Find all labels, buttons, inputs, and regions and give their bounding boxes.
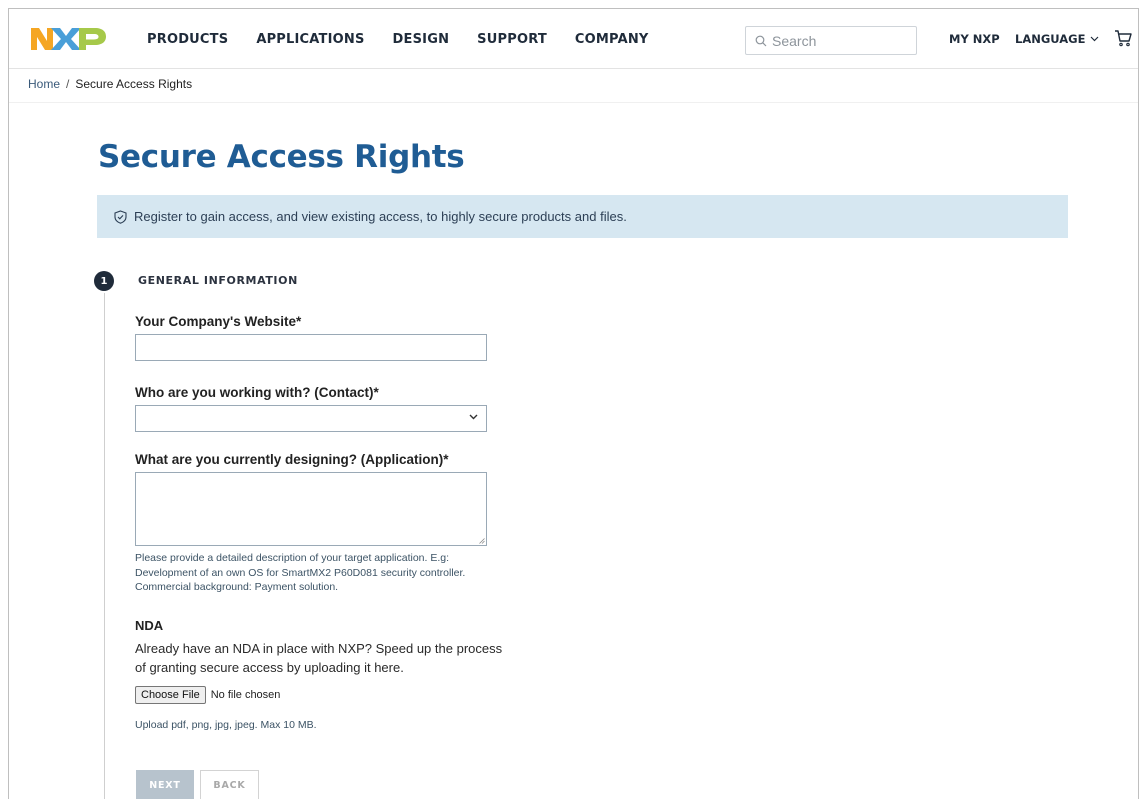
choose-file-button[interactable]: Choose File <box>135 686 206 704</box>
contact-select[interactable] <box>135 405 487 432</box>
site-header: PRODUCTS APPLICATIONS DESIGN SUPPORT COM… <box>9 9 1138 69</box>
step-title: GENERAL INFORMATION <box>138 274 298 287</box>
resize-grip-icon[interactable] <box>479 538 485 544</box>
file-upload: Choose File No file chosen <box>135 686 280 704</box>
contact-label: Who are you working with? (Contact)* <box>135 385 379 400</box>
back-button[interactable]: BACK <box>200 770 259 799</box>
nav-company[interactable]: COMPANY <box>575 32 649 47</box>
file-status: No file chosen <box>210 689 281 701</box>
website-field[interactable] <box>135 334 487 361</box>
info-banner: Register to gain access, and view existi… <box>97 195 1068 238</box>
banner-text: Register to gain access, and view existi… <box>134 209 627 224</box>
nda-heading: NDA <box>135 618 164 633</box>
browser-frame: PRODUCTS APPLICATIONS DESIGN SUPPORT COM… <box>8 8 1139 799</box>
nxp-logo[interactable] <box>31 25 107 53</box>
application-textarea[interactable] <box>135 472 487 546</box>
application-label: What are you currently designing? (Appli… <box>135 452 449 467</box>
cart-icon[interactable] <box>1113 28 1133 48</box>
step-number: 1 <box>94 271 114 291</box>
language-label: LANGUAGE <box>1015 32 1086 46</box>
nav-applications[interactable]: APPLICATIONS <box>256 32 364 47</box>
website-label: Your Company's Website* <box>135 314 302 329</box>
language-menu[interactable]: LANGUAGE <box>1015 9 1099 69</box>
chevron-down-icon <box>1091 36 1099 42</box>
nda-description: Already have an NDA in place with NXP? S… <box>135 641 503 675</box>
upload-hint: Upload pdf, png, jpg, jpeg. Max 10 MB. <box>135 719 317 731</box>
main-nav: PRODUCTS APPLICATIONS DESIGN SUPPORT COM… <box>147 9 677 69</box>
my-nxp-link[interactable]: MY NXP <box>949 9 1000 69</box>
breadcrumb-current: Secure Access Rights <box>75 77 193 91</box>
page-title: Secure Access Rights <box>98 139 465 175</box>
breadcrumb: Home / Secure Access Rights <box>28 77 192 91</box>
nav-design[interactable]: DESIGN <box>393 32 450 47</box>
nav-products[interactable]: PRODUCTS <box>147 32 228 47</box>
application-helper-text: Please provide a detailed description of… <box>135 552 466 593</box>
shield-check-icon <box>114 209 127 224</box>
breadcrumb-separator: / <box>66 77 70 91</box>
search-icon <box>755 35 767 46</box>
search-box[interactable] <box>745 26 917 55</box>
next-button[interactable]: NEXT <box>136 770 194 799</box>
step-connector <box>104 293 105 799</box>
chevron-down-icon <box>469 414 478 420</box>
search-input[interactable] <box>772 32 902 49</box>
nav-support[interactable]: SUPPORT <box>477 32 547 47</box>
breadcrumb-home[interactable]: Home <box>28 77 60 91</box>
